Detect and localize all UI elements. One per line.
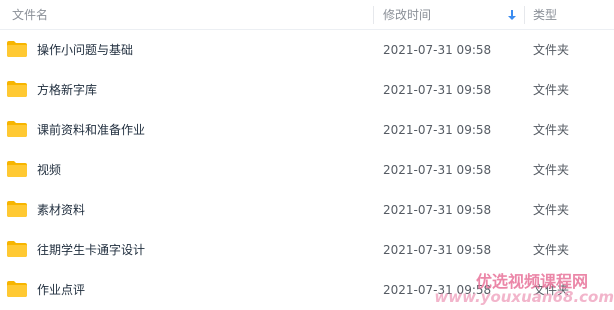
file-type: 文件夹 <box>533 203 570 217</box>
folder-icon <box>7 241 27 257</box>
file-name[interactable]: 课前资料和准备作业 <box>37 110 145 150</box>
file-name[interactable]: 操作小问题与基础 <box>37 30 133 70</box>
column-header-type[interactable]: 类型 <box>533 0 557 30</box>
file-type: 文件夹 <box>533 123 570 137</box>
file-modified: 2021-07-31 09:58 <box>383 283 492 297</box>
file-modified: 2021-07-31 09:58 <box>383 123 492 137</box>
folder-icon <box>7 161 27 177</box>
column-header-name[interactable]: 文件名 <box>12 0 48 30</box>
file-modified: 2021-07-31 09:58 <box>383 163 492 177</box>
file-type: 文件夹 <box>533 283 570 297</box>
file-row[interactable]: 视频 2021-07-31 09:58 文件夹 <box>0 150 614 190</box>
file-row[interactable]: 素材资料 2021-07-31 09:58 文件夹 <box>0 190 614 230</box>
file-name[interactable]: 视频 <box>37 150 61 190</box>
file-row[interactable]: 作业点评 2021-07-31 09:58 文件夹 <box>0 270 614 310</box>
file-name[interactable]: 作业点评 <box>37 270 85 310</box>
file-type: 文件夹 <box>533 83 570 97</box>
folder-icon <box>7 81 27 97</box>
file-list-header: 文件名 修改时间 类型 <box>0 0 614 30</box>
folder-icon <box>7 201 27 217</box>
file-modified: 2021-07-31 09:58 <box>383 43 492 57</box>
file-modified: 2021-07-31 09:58 <box>383 83 492 97</box>
file-type: 文件夹 <box>533 163 570 177</box>
file-row[interactable]: 往期学生卡通字设计 2021-07-31 09:58 文件夹 <box>0 230 614 270</box>
file-name[interactable]: 素材资料 <box>37 190 85 230</box>
column-divider[interactable] <box>373 6 374 24</box>
file-row[interactable]: 方格新字库 2021-07-31 09:58 文件夹 <box>0 70 614 110</box>
file-type: 文件夹 <box>533 243 570 257</box>
sort-descending-icon[interactable] <box>507 9 517 21</box>
file-modified: 2021-07-31 09:58 <box>383 243 492 257</box>
column-header-modified[interactable]: 修改时间 <box>383 0 431 30</box>
file-type: 文件夹 <box>533 43 570 57</box>
folder-icon <box>7 281 27 297</box>
file-modified: 2021-07-31 09:58 <box>383 203 492 217</box>
file-name[interactable]: 方格新字库 <box>37 70 97 110</box>
folder-icon <box>7 121 27 137</box>
column-divider[interactable] <box>524 6 525 24</box>
file-row[interactable]: 课前资料和准备作业 2021-07-31 09:58 文件夹 <box>0 110 614 150</box>
file-row[interactable]: 操作小问题与基础 2021-07-31 09:58 文件夹 <box>0 30 614 70</box>
folder-icon <box>7 41 27 57</box>
file-name[interactable]: 往期学生卡通字设计 <box>37 230 145 270</box>
